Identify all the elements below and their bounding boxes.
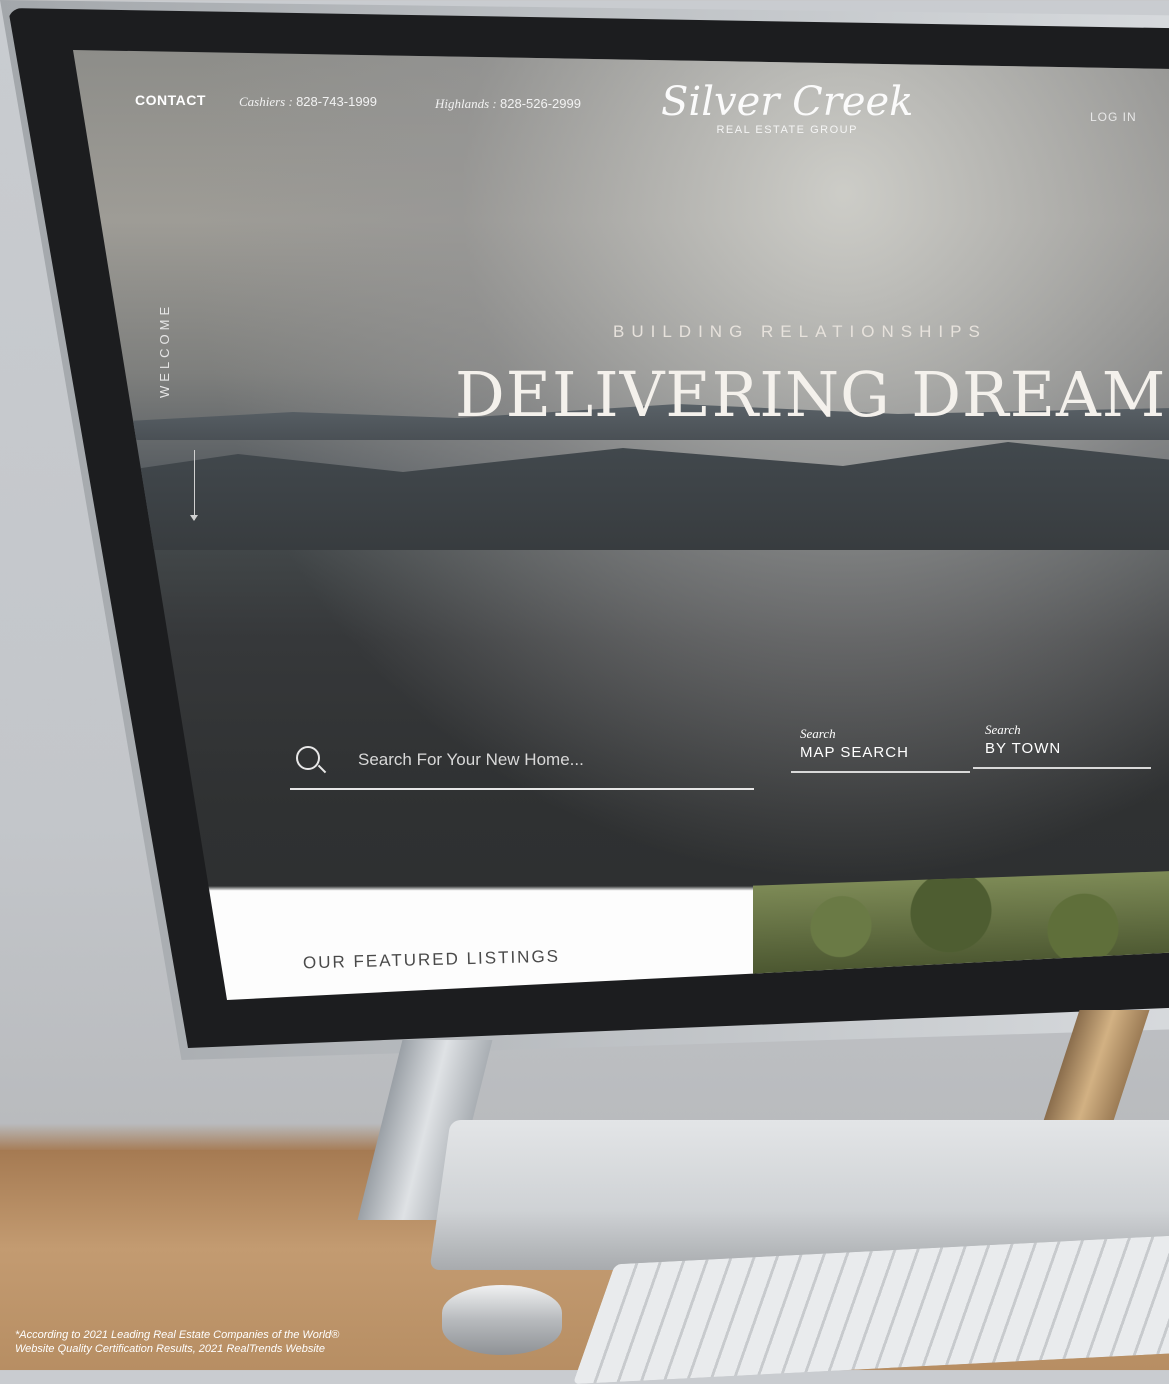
surface-dial — [442, 1285, 562, 1355]
footnote: *According to 2021 Leading Real Estate C… — [15, 1328, 339, 1356]
by-town-tab[interactable]: Search BY TOWN — [973, 722, 1151, 769]
featured-listings-title: OUR FEATURED LISTINGS — [302, 946, 561, 973]
cashiers-label: Cashiers : — [239, 94, 293, 109]
cashiers-number: 828-743-1999 — [296, 94, 378, 109]
by-town-tab-small: Search — [985, 722, 1021, 737]
login-link[interactable]: LOG IN — [1090, 110, 1137, 124]
website-screen: CONTACT Cashiers : 828-743-1999 Highland… — [73, 50, 1169, 1000]
highlands-number: 828-526-2999 — [500, 96, 581, 111]
home-search-bar[interactable] — [290, 738, 754, 790]
map-search-tab-small: Search — [800, 726, 836, 741]
contact-link[interactable]: CONTACT — [135, 92, 206, 108]
scroll-arrow-line[interactable] — [194, 450, 195, 520]
search-input[interactable] — [356, 744, 740, 776]
by-town-tab-label: BY TOWN — [985, 740, 1062, 757]
welcome-side-label: WELCOME — [157, 302, 172, 398]
map-search-tab[interactable]: Search MAP SEARCH — [791, 726, 970, 773]
footnote-line-1: *According to 2021 Leading Real Estate C… — [15, 1329, 340, 1341]
hero-kicker: BUILDING RELATIONSHIPS — [613, 322, 987, 341]
footnote-line-2: Website Quality Certification Results, 2… — [15, 1343, 325, 1355]
map-search-tab-label: MAP SEARCH — [800, 744, 909, 761]
highlands-label: Highlands : — [435, 96, 497, 111]
logo-text: Silver Creek — [661, 79, 914, 125]
mountain-range-near — [73, 442, 1169, 550]
site-logo[interactable]: Silver Creek REAL ESTATE GROUP — [661, 80, 913, 136]
hero-headline: DELIVERING DREAMS — [455, 358, 1169, 431]
highlands-phone[interactable]: Highlands : 828-526-2999 — [435, 96, 581, 112]
cashiers-phone[interactable]: Cashiers : 828-743-1999 — [239, 94, 377, 110]
search-icon[interactable] — [296, 746, 320, 770]
logo-subtitle: REAL ESTATE GROUP — [716, 124, 858, 136]
arrow-down-icon[interactable] — [190, 515, 198, 521]
